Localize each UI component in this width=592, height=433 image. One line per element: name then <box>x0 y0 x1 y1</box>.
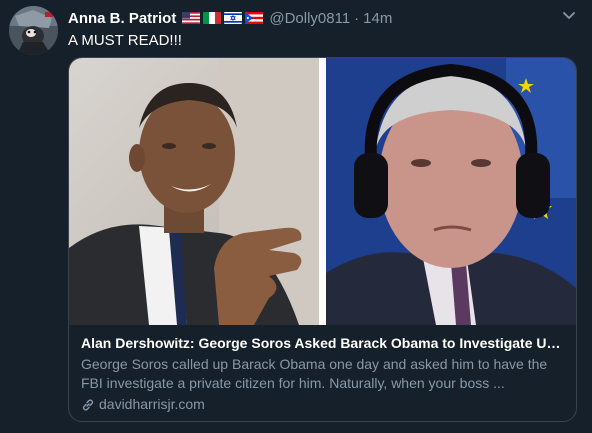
tweet-header: Anna B. Patriot @Dolly0811 · 14m <box>68 8 392 28</box>
user-handle[interactable]: @Dolly0811 <box>269 10 350 27</box>
avatar[interactable] <box>9 6 58 55</box>
card-title[interactable]: Alan Dershowitz: George Soros Asked Bara… <box>81 334 567 353</box>
card-domain-text: davidharrisjr.com <box>99 396 205 412</box>
image-divider <box>319 58 326 325</box>
tweet-text: A MUST READ!!! <box>68 32 182 49</box>
man-in-suit-gesturing-photo <box>69 58 319 325</box>
card-description: George Soros called up Barack Obama one … <box>81 356 548 391</box>
link-preview-card[interactable]: Alan Dershowitz: George Soros Asked Bara… <box>68 57 577 422</box>
card-body: Alan Dershowitz: George Soros Asked Bara… <box>81 334 567 414</box>
avatar-image <box>9 6 58 55</box>
link-icon <box>82 398 94 411</box>
card-image <box>69 58 576 325</box>
card-domain[interactable]: davidharrisjr.com <box>81 395 567 414</box>
timestamp[interactable]: 14m <box>363 10 392 27</box>
israel-flag-icon <box>224 12 243 24</box>
puerto-rico-flag-icon <box>245 12 264 24</box>
chevron-down-icon[interactable] <box>562 10 576 22</box>
italy-flag-icon <box>203 12 222 24</box>
man-with-headphones-photo <box>326 58 576 325</box>
tweet[interactable]: Anna B. Patriot @Dolly0811 · 14m A MUST … <box>0 0 592 433</box>
display-name[interactable]: Anna B. Patriot <box>68 10 176 27</box>
us-flag-icon <box>182 12 201 24</box>
flag-emojis <box>182 12 264 24</box>
separator-dot: · <box>354 9 360 27</box>
